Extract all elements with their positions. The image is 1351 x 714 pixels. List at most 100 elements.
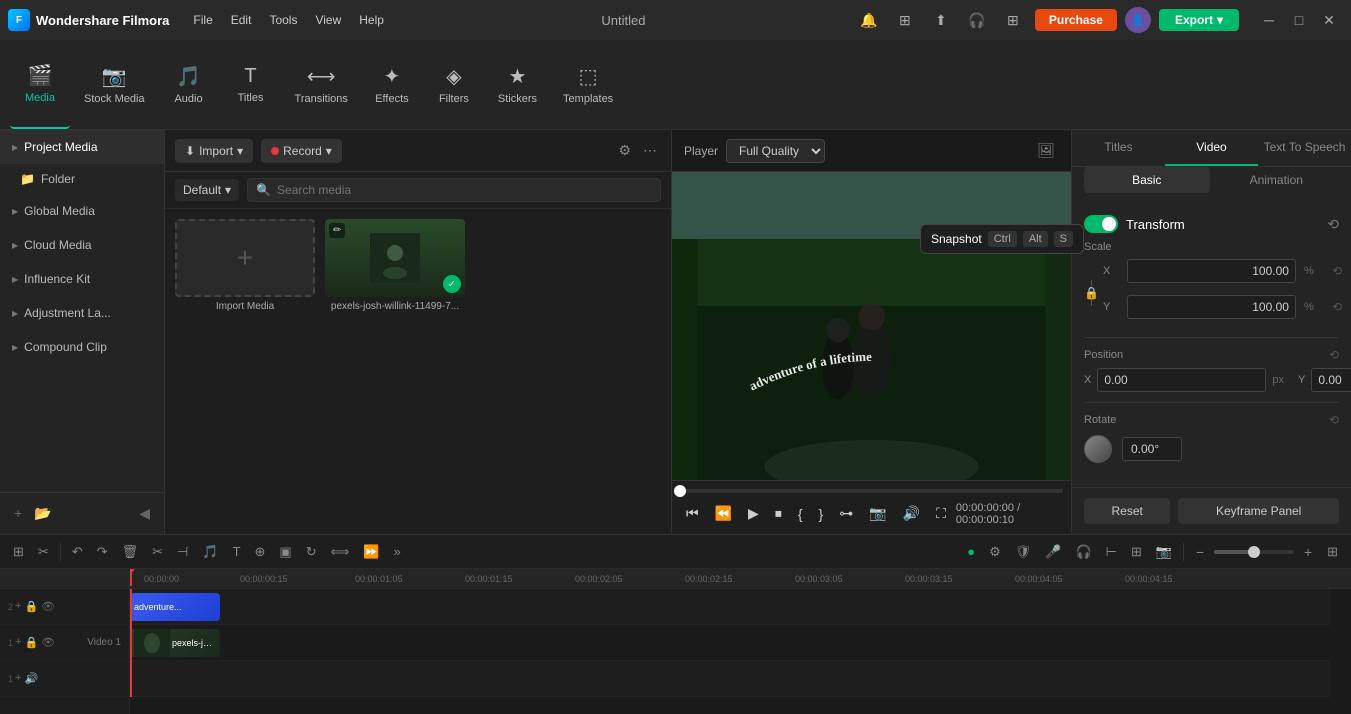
cloud-icon[interactable]: ⬆ xyxy=(927,6,955,34)
track-audio-mute-icon[interactable]: 🔊 xyxy=(24,672,38,685)
default-filter-button[interactable]: Default ▾ xyxy=(175,179,239,201)
scale-x-input[interactable] xyxy=(1127,259,1296,283)
filter-icon[interactable]: ⚙ xyxy=(614,138,635,163)
preview-progress-bar[interactable] xyxy=(680,489,1063,493)
import-media-thumb[interactable]: + xyxy=(175,219,315,297)
minimize-button[interactable]: ─ xyxy=(1255,6,1283,34)
toolbar-audio[interactable]: 🎵 Audio xyxy=(159,40,219,129)
preview-image-icon[interactable]: 🖼 xyxy=(1033,138,1059,163)
tl-audio2-button[interactable]: 🎧 xyxy=(1070,541,1096,563)
collapse-icon[interactable]: ◀ xyxy=(135,501,154,526)
toolbar-templates[interactable]: ⬚ Templates xyxy=(551,40,625,129)
zoom-dot[interactable] xyxy=(1248,546,1260,558)
record-button[interactable]: Record ▾ xyxy=(261,139,342,163)
reset-button[interactable]: Reset xyxy=(1084,498,1170,524)
tl-redo-button[interactable]: ↷ xyxy=(92,541,113,563)
position-reset[interactable]: ⟲ xyxy=(1329,348,1339,362)
search-input[interactable] xyxy=(277,183,652,197)
tl-add-track-button[interactable]: ⊞ xyxy=(8,541,29,563)
zoom-slider[interactable] xyxy=(1214,550,1294,554)
toolbar-filters[interactable]: ◈ Filters xyxy=(424,40,484,129)
track-1-eye-icon[interactable]: 👁 xyxy=(41,636,55,649)
remove-folder-icon[interactable]: 📂 xyxy=(30,501,55,526)
menu-edit[interactable]: Edit xyxy=(223,9,260,31)
tl-rotate-button[interactable]: ↻ xyxy=(301,541,322,563)
sidebar-item-adjustment-la[interactable]: ▶ Adjustment La... xyxy=(0,296,164,330)
grid-icon[interactable]: ⊞ xyxy=(999,6,1027,34)
add-folder-icon[interactable]: + xyxy=(10,501,26,526)
out-mark-button[interactable]: } xyxy=(813,502,830,526)
fullscreen-button[interactable]: ⛶ xyxy=(930,501,952,526)
preview-progress-dot[interactable] xyxy=(674,485,686,497)
scale-y-reset[interactable]: ⟲ xyxy=(1332,300,1342,314)
more-icon[interactable]: ⋯ xyxy=(639,138,661,163)
track-audio-add-icon[interactable]: + xyxy=(15,672,21,685)
tl-screenshot-button[interactable]: 📷 xyxy=(1151,541,1177,563)
adventure-clip[interactable]: adventure... xyxy=(130,593,220,621)
tl-speed-button[interactable]: ⏩ xyxy=(358,541,384,563)
snapshot-button[interactable]: 📷 xyxy=(863,501,892,526)
sidebar-item-project-media[interactable]: ▶ Project Media xyxy=(0,130,164,164)
tl-mirror-button[interactable]: ⟺ xyxy=(326,541,355,563)
keyframe-panel-button[interactable]: Keyframe Panel xyxy=(1178,498,1339,524)
tl-select-button[interactable]: ▣ xyxy=(274,541,296,563)
tl-shield-button[interactable]: 🛡 xyxy=(1010,541,1037,563)
rotate-dial[interactable] xyxy=(1084,435,1112,463)
tl-grid-button[interactable]: ⊞ xyxy=(1322,541,1343,563)
tl-snap-button[interactable]: ✂ xyxy=(33,541,54,563)
prev-frame-button[interactable]: ⏮ xyxy=(680,501,705,526)
track-2-eye-icon[interactable]: 👁 xyxy=(41,600,55,613)
timeline-content[interactable]: 00:00:00 00:00:00:15 00:00:01:05 00:00:0… xyxy=(130,569,1351,714)
rotate-input[interactable] xyxy=(1122,437,1182,461)
avatar[interactable]: 👤 xyxy=(1125,7,1151,33)
tab-video[interactable]: Video xyxy=(1165,130,1258,166)
track-2-lock-icon[interactable]: 🔒 xyxy=(24,600,38,613)
tl-undo-button[interactable]: ↶ xyxy=(67,541,88,563)
tab-text-to-speech[interactable]: Text To Speech xyxy=(1258,130,1351,166)
sidebar-item-global-media[interactable]: ▶ Global Media xyxy=(0,194,164,228)
tl-snap-toggle[interactable]: ⊞ xyxy=(1126,541,1147,563)
sidebar-item-cloud-media[interactable]: ▶ Cloud Media xyxy=(0,228,164,262)
scale-y-input[interactable] xyxy=(1127,295,1296,319)
toolbar-effects[interactable]: ✦ Effects xyxy=(362,40,422,129)
purchase-button[interactable]: Purchase xyxy=(1035,9,1117,31)
zoom-in-button[interactable]: + xyxy=(1298,542,1318,562)
tab-titles[interactable]: Titles xyxy=(1072,130,1165,166)
menu-help[interactable]: Help xyxy=(351,9,392,31)
record-dropdown-icon[interactable]: ▾ xyxy=(326,144,332,158)
zoom-out-button[interactable]: − xyxy=(1190,542,1210,562)
transform-toggle[interactable] xyxy=(1084,215,1118,233)
range-button[interactable]: ⊶ xyxy=(833,501,859,526)
track-2-add-icon[interactable]: + xyxy=(15,600,21,613)
track-1-lock-icon[interactable]: 🔒 xyxy=(24,636,38,649)
quality-select[interactable]: Full Quality xyxy=(726,139,825,163)
transform-reset-icon[interactable]: ⟲ xyxy=(1327,216,1339,233)
toolbar-transitions[interactable]: ⟷ Transitions xyxy=(283,40,360,129)
tl-audio-button[interactable]: 🎵 xyxy=(197,541,223,563)
headset-icon[interactable]: 🎧 xyxy=(963,6,991,34)
tl-crop-button[interactable]: ⊕ xyxy=(250,541,271,563)
toolbar-stickers[interactable]: ★ Stickers xyxy=(486,40,549,129)
pexels-clip[interactable]: pexels-jos... xyxy=(130,629,220,657)
tl-mic-button[interactable]: 🎤 xyxy=(1040,541,1066,563)
rotate-reset[interactable]: ⟲ xyxy=(1329,413,1339,427)
sub-tab-animation[interactable]: Animation xyxy=(1214,167,1340,193)
pos-x-input[interactable] xyxy=(1097,368,1266,392)
lock-icon[interactable]: 🔒 xyxy=(1084,286,1099,300)
tl-text-button[interactable]: T xyxy=(228,541,246,562)
import-dropdown-icon[interactable]: ▾ xyxy=(237,144,243,158)
close-button[interactable]: ✕ xyxy=(1315,6,1343,34)
tl-green-record[interactable]: ● xyxy=(962,541,980,562)
pexels-video-thumb[interactable]: ✏ ✓ xyxy=(325,219,465,297)
notify-icon[interactable]: 🔔 xyxy=(855,6,883,34)
toolbar-stock-media[interactable]: 📷 Stock Media xyxy=(72,40,157,129)
bookmark-icon[interactable]: ⊞ xyxy=(891,6,919,34)
menu-tools[interactable]: Tools xyxy=(261,9,305,31)
in-mark-button[interactable]: { xyxy=(792,502,809,526)
tl-cut-button[interactable]: ✂ xyxy=(147,541,168,563)
tl-split2-button[interactable]: ⊢ xyxy=(1101,541,1122,563)
menu-file[interactable]: File xyxy=(185,9,220,31)
import-button[interactable]: ⬇ Import ▾ xyxy=(175,139,253,163)
tl-gear-button[interactable]: ⚙ xyxy=(984,541,1006,563)
track-1-add-icon[interactable]: + xyxy=(15,636,21,649)
